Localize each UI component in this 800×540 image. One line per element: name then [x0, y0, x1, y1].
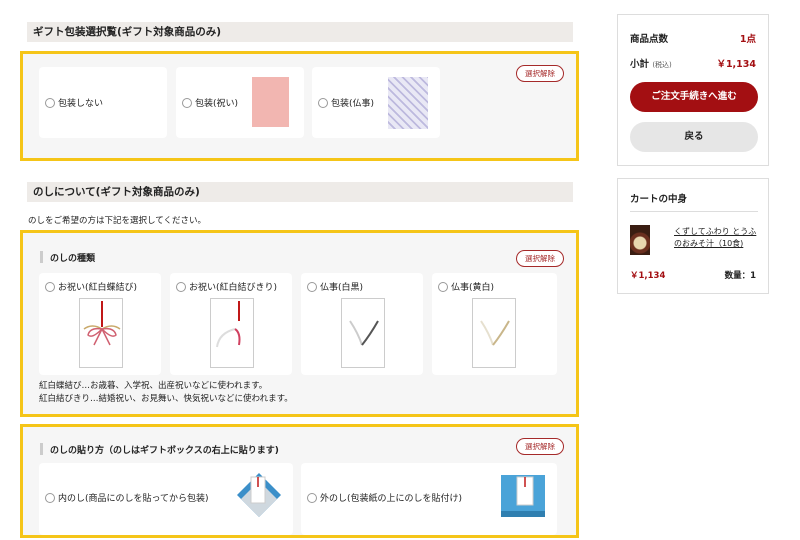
noshi-black-white-image	[341, 298, 385, 368]
subtotal-row: 小計 (税込)	[630, 56, 672, 70]
noshi-type-note-2: 紅白結びきり…結婚祝い、お見舞い、快気祝いなどに使われます。	[39, 394, 293, 404]
chou-musubi-icon	[83, 301, 121, 346]
noshi-placement-card-inner[interactable]: 内のし(商品にのしを貼ってから包装)	[39, 463, 293, 535]
outer-noshi-box-icon	[501, 475, 545, 517]
cart-divider	[630, 211, 758, 212]
noshi-type-panel: のしの種類 選択解除 お祝い(紅白蝶結び) お祝い(紅白結びきり) 仏事(白黒)…	[20, 230, 579, 417]
noshi-yellow-white-image	[472, 298, 516, 368]
radio-button[interactable]	[176, 281, 186, 292]
radio-button[interactable]	[182, 97, 192, 108]
cart-contents-box: カートの中身 くずしてふわり とうふのおみそ汁（10食) ￥1,134 数量：1	[617, 178, 769, 294]
noshi-musubikiri-image	[210, 298, 254, 368]
noshi-chou-image	[79, 298, 123, 368]
noshi-section-title: のしについて(ギフト対象商品のみ)	[27, 182, 573, 202]
item-count-label: 商品点数	[630, 34, 669, 45]
radio-button[interactable]	[45, 281, 55, 292]
noshi-placement-heading: のしの貼り方（のしはギフトボックスの右上に貼ります)	[40, 443, 279, 456]
noshi-placement-option-inner[interactable]: 内のし(商品にのしを貼ってから包装)	[45, 491, 209, 504]
radio-button[interactable]	[45, 97, 55, 108]
order-summary-box: 商品点数 1点 小計 (税込) ￥1,134 ご注文手続きへ進む 戻る	[617, 14, 769, 166]
noshi-type-option-1-label: お祝い(紅白蝶結び)	[58, 283, 138, 293]
musubikiri-icon	[216, 301, 241, 348]
noshi-type-option-3[interactable]: 仏事(白黒)	[307, 280, 363, 293]
noshi-type-heading: のしの種類	[40, 251, 95, 264]
wrap-option-none-card[interactable]: 包装しない	[39, 67, 167, 138]
noshi-placement-clear-button[interactable]: 選択解除	[516, 438, 564, 455]
wrap-option-celebration-label: 包装(祝い)	[195, 99, 239, 109]
gift-wrap-panel: 選択解除 包装しない 包装(祝い) 包装(仏事)	[20, 51, 579, 161]
cart-item-name-link[interactable]: くずしてふわり とうふのおみそ汁（10食)	[674, 226, 762, 250]
noshi-placement-panel: のしの貼り方（のしはギフトボックスの右上に貼ります) 選択解除 内のし(商品にの…	[20, 424, 579, 538]
noshi-type-card-1[interactable]: お祝い(紅白蝶結び)	[39, 273, 161, 375]
noshi-placement-option-outer[interactable]: 外のし(包装紙の上にのしを貼付け)	[307, 491, 462, 504]
radio-button[interactable]	[307, 281, 317, 292]
subtotal-value: ￥1,134	[716, 59, 756, 70]
wrap-option-celebration-card[interactable]: 包装(祝い)	[176, 67, 304, 138]
item-count-value: 1点	[739, 34, 756, 45]
noshi-type-option-1[interactable]: お祝い(紅白蝶結び)	[45, 280, 137, 293]
subtotal-label: 小計	[630, 59, 650, 70]
noshi-type-option-2-label: お祝い(紅白結びきり)	[189, 283, 278, 293]
gift-wrap-section-title: ギフト包装選択覧(ギフト対象商品のみ)	[27, 22, 573, 42]
noshi-type-option-4[interactable]: 仏事(黄白)	[438, 280, 494, 293]
noshi-type-card-2[interactable]: お祝い(紅白結びきり)	[170, 273, 292, 375]
buddhist-wrap-image	[388, 77, 428, 129]
tax-included-label: (税込)	[652, 61, 672, 69]
radio-button[interactable]	[307, 492, 317, 503]
yellow-white-cord-icon	[480, 320, 510, 346]
noshi-type-card-4[interactable]: 仏事(黄白)	[432, 273, 557, 375]
noshi-placement-option-inner-label: 内のし(商品にのしを貼ってから包装)	[58, 494, 209, 504]
wrap-option-buddhist-label: 包装(仏事)	[331, 99, 375, 109]
back-button[interactable]: 戻る	[630, 122, 758, 152]
wrap-option-none-label: 包装しない	[58, 99, 104, 109]
noshi-type-option-2[interactable]: お祝い(紅白結びきり)	[176, 280, 277, 293]
celebration-wrap-image	[252, 77, 289, 127]
noshi-type-card-3[interactable]: 仏事(白黒)	[301, 273, 423, 375]
wrap-option-buddhist[interactable]: 包装(仏事)	[318, 96, 374, 109]
radio-button[interactable]	[438, 281, 448, 292]
noshi-type-option-4-label: 仏事(黄白)	[451, 283, 495, 293]
wrap-option-none[interactable]: 包装しない	[45, 96, 103, 109]
noshi-type-option-3-label: 仏事(白黒)	[320, 283, 364, 293]
gift-wrap-clear-button[interactable]: 選択解除	[516, 65, 564, 82]
noshi-type-note-1: 紅白蝶結び…お歳暮、入学祝、出産祝いなどに使われます。	[39, 381, 268, 391]
noshi-placement-option-outer-label: 外のし(包装紙の上にのしを貼付け)	[320, 494, 463, 504]
noshi-placement-card-outer[interactable]: 外のし(包装紙の上にのしを貼付け)	[301, 463, 557, 535]
black-white-cord-icon	[349, 320, 379, 346]
cart-item-price: ￥1,134	[630, 271, 666, 281]
wrap-option-celebration[interactable]: 包装(祝い)	[182, 96, 238, 109]
cart-title: カートの中身	[630, 194, 688, 205]
inner-noshi-box-icon	[237, 473, 281, 517]
wrap-option-buddhist-card[interactable]: 包装(仏事)	[312, 67, 440, 138]
radio-button[interactable]	[45, 492, 55, 503]
noshi-intro: のしをご希望の方は下記を選択してください。	[28, 216, 206, 226]
checkout-button[interactable]: ご注文手続きへ進む	[630, 82, 758, 112]
noshi-type-clear-button[interactable]: 選択解除	[516, 250, 564, 267]
radio-button[interactable]	[318, 97, 328, 108]
cart-item-quantity: 数量：1	[724, 271, 756, 281]
cart-item-thumbnail	[630, 225, 650, 255]
